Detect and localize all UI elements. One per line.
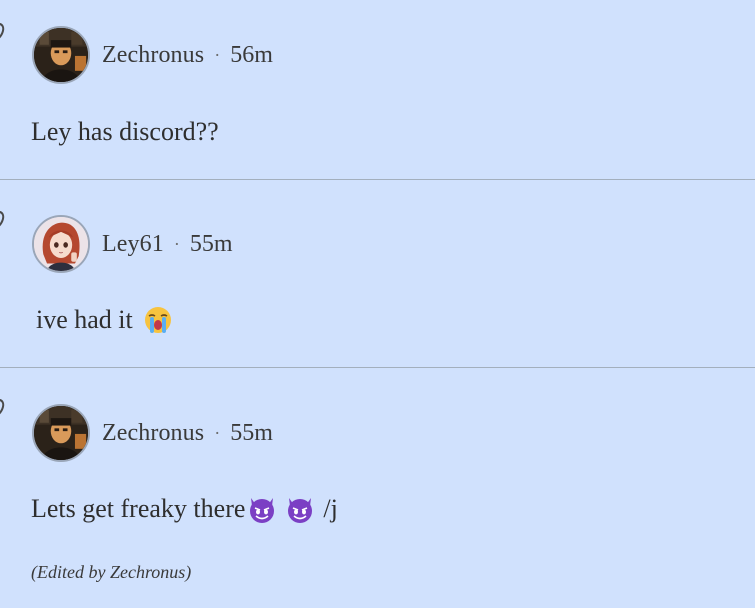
user-avatar[interactable] [32,215,90,273]
smiling-devil-icon [247,494,277,524]
comment-text: Lets get freaky there [31,494,246,523]
dark-photo-avatar-icon [34,406,88,460]
reply-thread-icon[interactable] [0,398,8,448]
comment-feed: Zechronus · 56m Ley has discord?? Ley61 … [0,0,755,608]
comment-text: Ley has discord?? [31,117,219,146]
reply-thread-icon[interactable] [0,22,8,72]
comment-timestamp: 55m [189,230,233,257]
comment-header: Zechronus · 55m [32,402,273,464]
user-avatar[interactable] [32,26,90,84]
comment-timestamp: 56m [230,41,273,68]
smiling-devil-icon [285,494,315,524]
comment-header: Zechronus · 56m [32,24,273,86]
comment-suffix: /j [323,494,338,523]
comment-item: Ley61 · 55m ive had it [0,180,755,367]
comment-body: ive had it [36,305,173,335]
user-avatar[interactable] [32,404,90,462]
edited-note: (Edited by Zechronus) [31,562,192,582]
dark-photo-avatar-icon [34,28,88,82]
comment-header: Ley61 · 55m [32,213,232,275]
meta-separator: · [214,44,221,65]
comment-username[interactable]: Zechronus [102,420,204,447]
anime-girl-avatar-icon [34,217,88,271]
comment-body: Ley has discord?? [31,117,219,147]
comment-item: Zechronus · 56m Ley has discord?? [0,0,755,179]
comment-username[interactable]: Zechronus [102,42,204,69]
comment-text: ive had it [36,305,133,334]
reply-thread-icon[interactable] [0,210,8,260]
meta-separator: · [173,233,180,254]
comment-body: Lets get freaky there /j [31,494,338,524]
comment-timestamp: 55m [230,419,273,446]
loudly-crying-face-icon [143,305,173,335]
meta-separator: · [214,422,221,443]
comment-username[interactable]: Ley61 [102,231,164,258]
